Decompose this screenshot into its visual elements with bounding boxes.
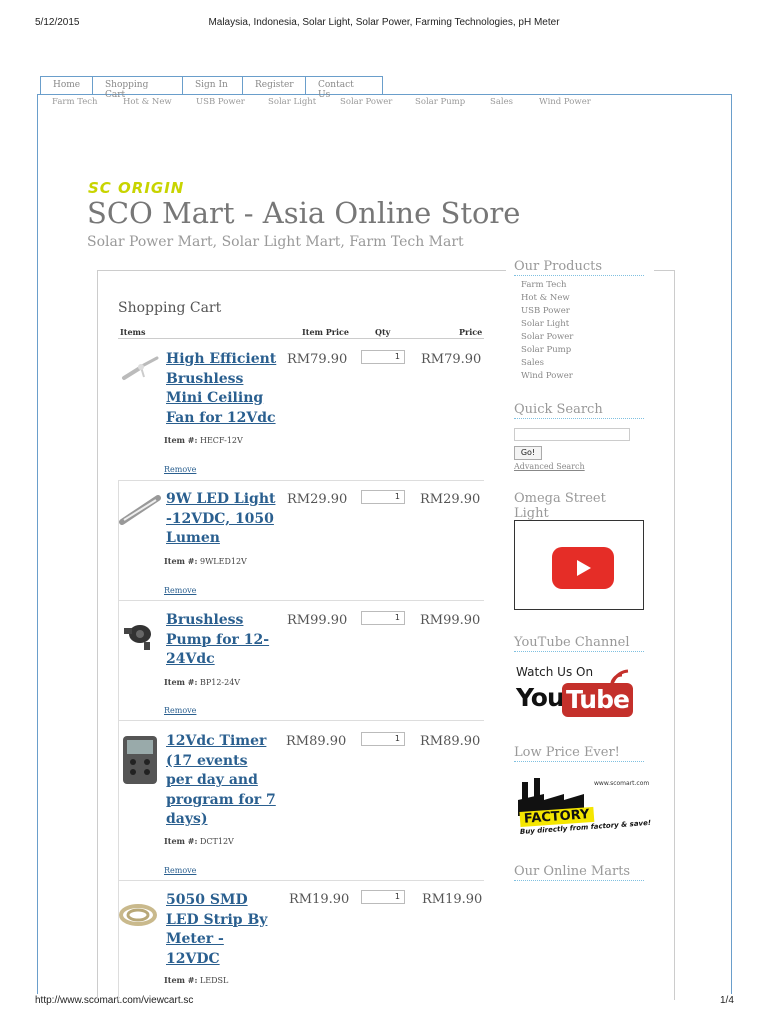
our-products-heading: Our Products (514, 259, 644, 276)
product-link[interactable]: 5050 SMD LED Strip By Meter - 12VDC (166, 891, 278, 969)
cat-usb-power[interactable]: USB Power (196, 97, 268, 107)
omega-street-light-heading: Omega Street Light (514, 491, 644, 523)
nav-shopping-cart[interactable]: Shopping Cart (93, 77, 183, 100)
unit-price: RM89.90 (286, 734, 347, 749)
qty-input[interactable]: 1 (361, 890, 405, 904)
quick-search-heading: Quick Search (514, 402, 644, 419)
unit-price: RM99.90 (287, 613, 348, 628)
col-price: Price (459, 327, 483, 337)
print-page-title: Malaysia, Indonesia, Solar Light, Solar … (208, 17, 560, 28)
item-number: Item #: BP12-24V (164, 677, 241, 687)
col-items: Items (120, 327, 146, 337)
site-subtitle: Solar Power Mart, Solar Light Mart, Farm… (87, 234, 464, 250)
qty-input[interactable]: 1 (361, 350, 405, 364)
sidebar-item-sales[interactable]: Sales (521, 358, 544, 368)
nav-contact-us[interactable]: Contact Us (306, 77, 383, 100)
line-price: RM99.90 (420, 613, 481, 628)
item-number: Item #: HECF-12V (164, 435, 243, 445)
low-price-heading: Low Price Ever! (514, 745, 644, 762)
line-price: RM89.90 (420, 734, 481, 749)
led-light-image[interactable] (118, 492, 162, 526)
sidebar-item-farm-tech[interactable]: Farm Tech (521, 280, 567, 290)
row-divider (118, 600, 484, 601)
row-divider (118, 880, 484, 881)
col-item-price: Item Price (302, 327, 350, 337)
col-qty: Qty (375, 327, 391, 337)
led-strip-image[interactable] (118, 902, 158, 928)
unit-price: RM79.90 (287, 352, 348, 367)
ceiling-fan-image[interactable] (120, 352, 160, 382)
row-divider (118, 480, 484, 481)
line-price: RM29.90 (420, 492, 481, 507)
item-number: Item #: LEDSL (164, 975, 229, 985)
timer-image[interactable] (121, 734, 159, 786)
video-embed[interactable] (514, 520, 644, 610)
item-number: Item #: DCT12V (164, 836, 234, 846)
advanced-search-link[interactable]: Advanced Search (514, 462, 585, 471)
cat-farm-tech[interactable]: Farm Tech (52, 97, 123, 107)
row-divider (118, 720, 484, 721)
sidebar-item-usb-power[interactable]: USB Power (521, 306, 570, 316)
line-price: RM19.90 (422, 892, 483, 907)
sidebar-item-wind-power[interactable]: Wind Power (521, 371, 573, 381)
nav-sign-in[interactable]: Sign In (183, 77, 243, 95)
category-nav: Farm Tech Hot & New USB Power Solar Ligh… (52, 97, 609, 107)
nav-home[interactable]: Home (40, 77, 93, 95)
nav-register[interactable]: Register (243, 77, 306, 95)
sidebar-item-solar-power[interactable]: Solar Power (521, 332, 573, 342)
youtube-logo-you: You (516, 683, 565, 712)
site-title[interactable]: SCO Mart - Asia Online Store (87, 196, 520, 230)
go-button[interactable]: Go! (514, 446, 542, 460)
product-link[interactable]: Brushless Pump for 12-24Vdc (166, 611, 278, 670)
factory-url: www.scomart.com (594, 780, 650, 787)
sidebar-item-hot-new[interactable]: Hot & New (521, 293, 570, 303)
line-price: RM79.90 (421, 352, 482, 367)
cat-solar-pump[interactable]: Solar Pump (415, 97, 490, 107)
site-logo[interactable]: SC ORIGIN (88, 179, 184, 197)
unit-price: RM19.90 (289, 892, 350, 907)
play-icon[interactable] (552, 547, 614, 589)
qty-input[interactable]: 1 (361, 611, 405, 625)
cat-wind-power[interactable]: Wind Power (539, 97, 609, 107)
cat-solar-power[interactable]: Solar Power (340, 97, 415, 107)
remove-link[interactable]: Remove (164, 706, 196, 715)
sidebar-item-solar-light[interactable]: Solar Light (521, 319, 569, 329)
qty-input[interactable]: 1 (361, 732, 405, 746)
sidebar-item-solar-pump[interactable]: Solar Pump (521, 345, 571, 355)
unit-price: RM29.90 (287, 492, 348, 507)
cat-solar-light[interactable]: Solar Light (268, 97, 340, 107)
print-page-number: 1/4 (720, 995, 734, 1006)
remove-link[interactable]: Remove (164, 586, 196, 595)
broadcast-icon (610, 669, 629, 694)
remove-link[interactable]: Remove (164, 465, 196, 474)
product-link[interactable]: 12Vdc Timer (17 events per day and progr… (166, 732, 276, 830)
cart-title: Shopping Cart (118, 300, 222, 316)
youtube-badge[interactable]: Watch Us On You Tube (516, 665, 638, 719)
product-link[interactable]: High Efficient Brushless Mini Ceiling Fa… (166, 350, 278, 428)
remove-link[interactable]: Remove (164, 866, 196, 875)
cat-sales[interactable]: Sales (490, 97, 539, 107)
product-link[interactable]: 9W LED Light -12VDC, 1050 Lumen (166, 490, 278, 549)
top-nav: Home Shopping Cart Sign In Register Cont… (40, 76, 383, 100)
cat-hot-new[interactable]: Hot & New (123, 97, 196, 107)
qty-input[interactable]: 1 (361, 490, 405, 504)
youtube-channel-heading: YouTube Channel (514, 635, 644, 652)
search-input[interactable] (514, 428, 630, 441)
pump-image[interactable] (122, 620, 156, 652)
online-marts-heading: Our Online Marts (514, 864, 644, 881)
factory-banner[interactable]: www.scomart.com FACTORY Buy directly fro… (514, 776, 651, 838)
item-number: Item #: 9WLED12V (164, 556, 247, 566)
